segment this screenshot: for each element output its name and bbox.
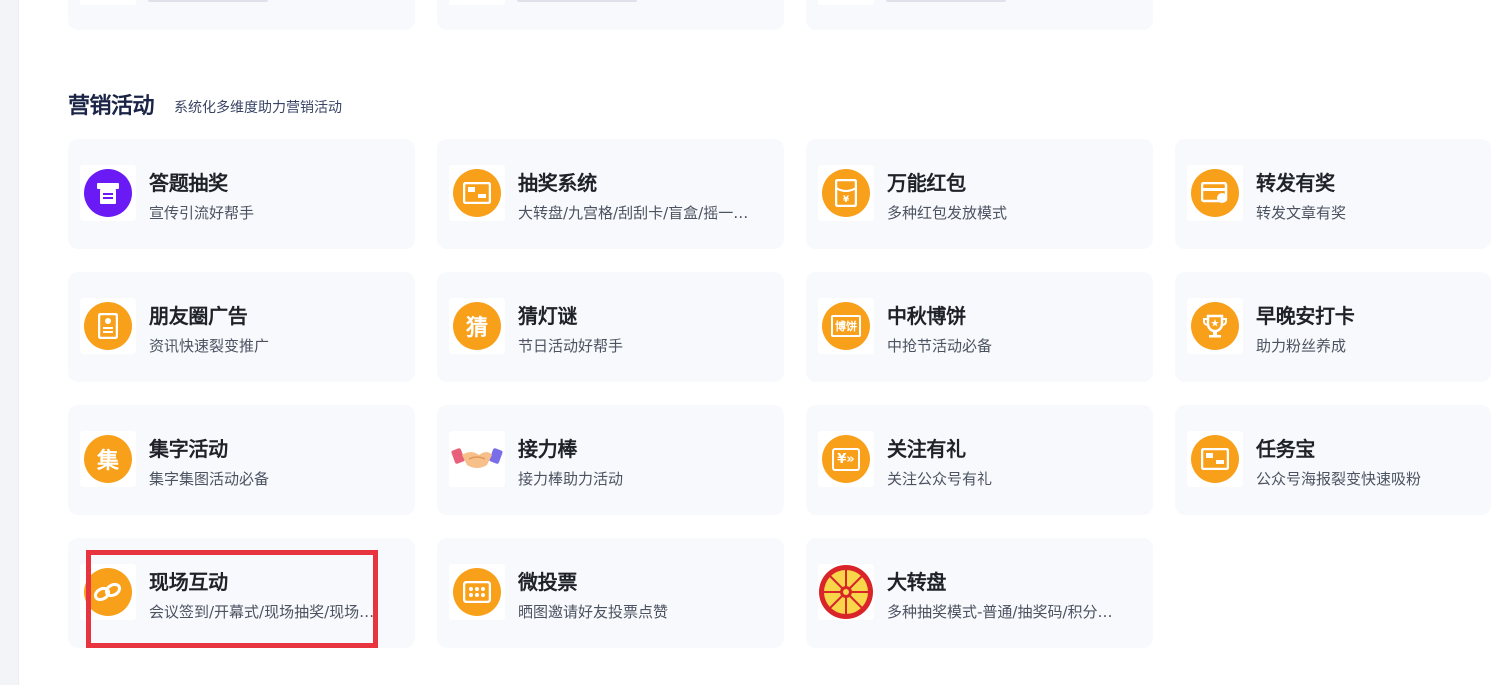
icon-box (449, 165, 505, 221)
card-vote[interactable]: 微投票 晒图邀请好友投票点赞 (437, 538, 784, 648)
card-title: 朋友圈广告 (149, 304, 248, 328)
card-desc: 集字集图活动必备 (149, 470, 270, 488)
card-share-reward[interactable]: 转发有奖 转发文章有奖 (1175, 139, 1491, 249)
icon-box (1187, 165, 1243, 221)
partial-icon (818, 0, 874, 5)
card-lantern-riddle[interactable]: 猜 猜灯谜 节日活动好帮手 (437, 272, 784, 382)
icon-box (80, 298, 136, 354)
trophy-checkin-icon (1191, 302, 1239, 350)
prize-wheel-icon (819, 565, 873, 619)
card-top-partial-3[interactable] (806, 0, 1153, 30)
section-title: 营销活动 (68, 94, 155, 119)
partial-text (517, 0, 637, 2)
card-title: 接力棒 (518, 437, 578, 461)
card-desc: 多种抽奖模式-普通/抽奖码/积分… (887, 603, 1113, 621)
card-desc: 会议签到/开幕式/现场抽奖/现场… (149, 603, 375, 621)
card-desc: 接力棒助力活动 (518, 470, 624, 488)
card-desc: 宣传引流好帮手 (149, 204, 255, 222)
card-collect-words[interactable]: 集 集字活动 集字集图活动必备 (68, 405, 415, 515)
card-title: 现场互动 (149, 570, 228, 594)
task-treasure-icon (1191, 435, 1239, 483)
icon-box: 猜 (449, 298, 505, 354)
card-desc: 资讯快速裂变推广 (149, 337, 270, 355)
card-title: 大转盘 (887, 570, 947, 594)
icon-box (1187, 431, 1243, 487)
card-desc: 大转盘/九宫格/刮刮卡/盲盒/摇一… (518, 204, 749, 222)
card-top-partial-1[interactable] (68, 0, 415, 30)
card-red-packet[interactable]: ¥ 万能红包 多种红包发放模式 (806, 139, 1153, 249)
card-title: 任务宝 (1256, 437, 1316, 461)
follow-gift-glyph: ¥» (832, 447, 860, 471)
card-title: 答题抽奖 (149, 171, 228, 195)
card-mooncake-dice[interactable]: 博饼 中秋博饼 中抢节活动必备 (806, 272, 1153, 382)
icon-box: 集 (80, 431, 136, 487)
card-follow-gift[interactable]: ¥» 关注有礼 关注公众号有礼 (806, 405, 1153, 515)
lantern-riddle-icon: 猜 (453, 302, 501, 350)
icon-box (80, 165, 136, 221)
card-title: 集字活动 (149, 437, 228, 461)
icon-box: 博饼 (818, 298, 874, 354)
card-lottery-system[interactable]: 抽奖系统 大转盘/九宫格/刮刮卡/盲盒/摇一… (437, 139, 784, 249)
icon-box: ¥ (818, 165, 874, 221)
quiz-lottery-icon (84, 169, 132, 217)
card-desc: 中抢节活动必备 (887, 337, 993, 355)
live-interaction-icon (84, 568, 132, 616)
vote-icon (453, 568, 501, 616)
card-title: 抽奖系统 (518, 171, 597, 195)
icon-box (818, 564, 874, 620)
mooncake-dice-icon: 博饼 (822, 302, 870, 350)
card-relay[interactable]: 接力棒 接力棒助力活动 (437, 405, 784, 515)
card-desc: 助力粉丝养成 (1256, 337, 1347, 355)
share-reward-icon (1191, 169, 1239, 217)
card-top-partial-2[interactable] (437, 0, 784, 30)
icon-box (449, 564, 505, 620)
section-subtitle: 系统化多维度助力营销活动 (174, 100, 342, 116)
card-title: 中秋博饼 (887, 304, 966, 328)
icon-box: ¥» (818, 431, 874, 487)
handshake-icon (451, 448, 503, 468)
left-sidebar-edge (0, 0, 19, 685)
card-desc: 公众号海报裂变快速吸粉 (1256, 470, 1422, 488)
card-title: 关注有礼 (887, 437, 966, 461)
moments-ad-icon (84, 302, 132, 350)
card-title: 转发有奖 (1256, 171, 1335, 195)
card-title: 万能红包 (887, 171, 966, 195)
icon-box (449, 431, 505, 487)
card-trophy-checkin[interactable]: 早晚安打卡 助力粉丝养成 (1175, 272, 1491, 382)
card-desc: 晒图邀请好友投票点赞 (518, 603, 669, 621)
card-prize-wheel[interactable]: 大转盘 多种抽奖模式-普通/抽奖码/积分… (806, 538, 1153, 648)
icon-box (1187, 298, 1243, 354)
card-desc: 节日活动好帮手 (518, 337, 624, 355)
card-title: 早晚安打卡 (1256, 304, 1355, 328)
card-title: 微投票 (518, 570, 578, 594)
card-quiz-lottery[interactable]: 答题抽奖 宣传引流好帮手 (68, 139, 415, 249)
card-live-interaction[interactable]: 现场互动 会议签到/开幕式/现场抽奖/现场… (68, 538, 415, 648)
partial-text (886, 0, 1006, 2)
mooncake-glyph: 博饼 (831, 315, 861, 337)
card-desc: 多种红包发放模式 (887, 204, 1008, 222)
card-moments-ad[interactable]: 朋友圈广告 资讯快速裂变推广 (68, 272, 415, 382)
partial-text (148, 0, 268, 2)
partial-icon (80, 0, 136, 5)
card-desc: 转发文章有奖 (1256, 204, 1347, 222)
card-title: 猜灯谜 (518, 304, 578, 328)
icon-box (80, 564, 136, 620)
svg-text:¥: ¥ (843, 195, 850, 205)
partial-icon (449, 0, 505, 5)
red-packet-icon: ¥ (822, 169, 870, 217)
card-desc: 关注公众号有礼 (887, 470, 993, 488)
follow-gift-icon: ¥» (822, 435, 870, 483)
collect-words-icon: 集 (84, 435, 132, 483)
lottery-system-icon (453, 169, 501, 217)
card-task-treasure[interactable]: 任务宝 公众号海报裂变快速吸粉 (1175, 405, 1491, 515)
